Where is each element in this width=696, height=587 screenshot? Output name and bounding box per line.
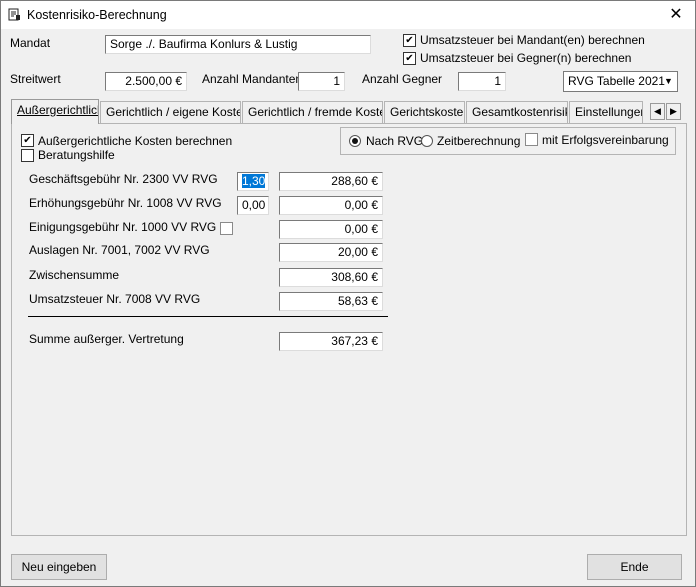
anzahl-gegner-label: Anzahl Gegner (362, 72, 443, 86)
rvg-table-value: RVG Tabelle 2021 (568, 74, 665, 88)
geschaeftsgebuehr-factor-input[interactable]: 1,30 (237, 172, 269, 191)
tab-gesamtkostenrisiko[interactable]: Gesamtkostenrisiko (466, 101, 568, 123)
zwischensumme-amount: 308,60 € (279, 268, 383, 287)
tab-gerichtskosten[interactable]: Gerichtskosten (384, 101, 465, 123)
sum-divider (28, 316, 388, 317)
ust-mandant-label: Umsatzsteuer bei Mandant(en) berechnen (420, 33, 645, 47)
aussergerichtlich-checkbox[interactable] (21, 134, 34, 147)
einigungsgebuehr-label: Einigungsgebühr Nr. 1000 VV RVG (29, 220, 217, 234)
auslagen-amount: 20,00 € (279, 243, 383, 262)
window-title: Kostenrisiko-Berechnung (27, 8, 167, 22)
einigungsgebuehr-checkbox[interactable] (220, 222, 233, 235)
erfolg-checkbox[interactable] (525, 133, 538, 146)
anzahl-mandanten-label: Anzahl Mandanten (202, 72, 303, 86)
title-bar: Kostenrisiko-Berechnung ✕ (1, 1, 695, 29)
erhoehungsgebuehr-label: Erhöhungsgebühr Nr. 1008 VV RVG (29, 196, 222, 210)
summe-amount: 367,23 € (279, 332, 383, 351)
aussergerichtlich-label: Außergerichtliche Kosten berechnen (38, 134, 233, 148)
neu-eingeben-button[interactable]: Neu eingeben (11, 554, 107, 580)
erhoehungsgebuehr-amount: 0,00 € (279, 196, 383, 215)
tab-gerichtlich-fremde-kosten[interactable]: Gerichtlich / fremde Kosten (242, 101, 383, 123)
tab-gerichtlich-eigene-kosten[interactable]: Gerichtlich / eigene Kosten (100, 101, 241, 123)
nach-rvg-label: Nach RVG (366, 134, 424, 148)
mandat-label: Mandat (10, 36, 51, 50)
erfolg-label: mit Erfolgsvereinbarung (542, 133, 669, 147)
ust-gegner-checkbox[interactable] (403, 52, 416, 65)
nach-rvg-radio[interactable] (349, 135, 361, 147)
tab-aussergerichtlich[interactable]: Außergerichtlich (11, 99, 99, 124)
tab-einstellungen[interactable]: Einstellungen (569, 101, 643, 123)
tab-scroll-left-icon[interactable]: ◀ (650, 103, 665, 120)
anzahl-mandanten-input[interactable]: 1 (298, 72, 345, 91)
geschaeftsgebuehr-amount: 288,60 € (279, 172, 383, 191)
auslagen-label: Auslagen Nr. 7001, 7002 VV RVG (29, 243, 210, 257)
anzahl-gegner-input[interactable]: 1 (458, 72, 506, 91)
geschaeftsgebuehr-label: Geschäftsgebühr Nr. 2300 VV RVG (29, 172, 218, 186)
tab-scroll-right-icon[interactable]: ▶ (666, 103, 681, 120)
streitwert-label: Streitwert (10, 72, 61, 86)
umsatzsteuer-label: Umsatzsteuer Nr. 7008 VV RVG (29, 292, 201, 306)
close-icon[interactable]: ✕ (663, 3, 689, 27)
streitwert-input[interactable]: 2.500,00 € (105, 72, 187, 91)
umsatzsteuer-amount: 58,63 € (279, 292, 383, 311)
zwischensumme-label: Zwischensumme (29, 268, 120, 282)
erhoehungsgebuehr-factor-input[interactable]: 0,00 (237, 196, 269, 215)
chevron-down-icon: ▼ (664, 76, 673, 86)
beratungshilfe-label: Beratungshilfe (38, 148, 115, 162)
zeitberechnung-label: Zeitberechnung (437, 134, 521, 148)
mandat-input[interactable]: Sorge ./. Baufirma Konlurs & Lustig (105, 35, 371, 54)
main-window: Kostenrisiko-Berechnung ✕ Mandat Sorge .… (0, 0, 696, 587)
ust-gegner-label: Umsatzsteuer bei Gegner(n) berechnen (420, 51, 632, 65)
ust-mandant-checkbox[interactable] (403, 34, 416, 47)
ende-button[interactable]: Ende (587, 554, 682, 580)
app-icon (8, 8, 20, 21)
summe-label: Summe außerger. Vertretung (29, 332, 184, 346)
rvg-table-select[interactable]: RVG Tabelle 2021 ▼ (563, 71, 678, 92)
beratungshilfe-checkbox[interactable] (21, 149, 34, 162)
einigungsgebuehr-amount: 0,00 € (279, 220, 383, 239)
zeitberechnung-radio[interactable] (421, 135, 433, 147)
